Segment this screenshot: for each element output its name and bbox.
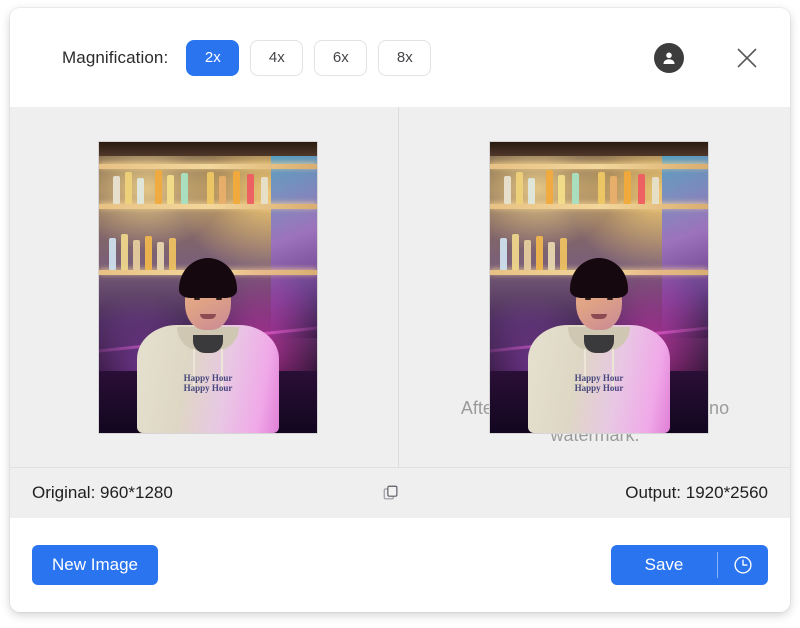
person-hoodie: Happy Hour Happy Hour (528, 324, 670, 433)
photo-ceiling (99, 141, 317, 156)
clock-history-icon[interactable] (718, 545, 768, 585)
save-button-group: Save (611, 545, 768, 585)
photo-bottle (167, 174, 174, 204)
save-button[interactable]: Save (611, 545, 717, 585)
photo-bottle (512, 233, 519, 270)
photo-bottle (572, 172, 579, 204)
photo-bottle (125, 171, 132, 204)
magnification-option-8x[interactable]: 8x (378, 39, 432, 76)
hoodie-graphic-text: Happy Hour Happy Hour (574, 372, 624, 393)
header-actions (654, 42, 762, 73)
person-mouth (591, 313, 607, 319)
photo-bottle (233, 170, 240, 204)
inner-shirt (584, 334, 614, 353)
copy-icon[interactable] (380, 482, 402, 504)
photo-bottle (155, 169, 162, 204)
photo-bottle (207, 171, 214, 204)
magnification-option-6x[interactable]: 6x (314, 39, 368, 76)
photo-bottle (219, 175, 226, 204)
close-icon[interactable] (732, 43, 762, 73)
photo-bottle (500, 237, 507, 270)
dialog-footer: New Image Save (10, 518, 790, 612)
photo-bottle (181, 172, 188, 204)
photo-bottle (598, 171, 605, 204)
magnification-label: Magnification: (62, 47, 169, 67)
photo-bottle (624, 170, 631, 204)
original-image[interactable]: Happy Hour Happy Hour (98, 140, 318, 434)
photo-bottle (504, 175, 511, 204)
photo-bottle (247, 173, 254, 204)
dialog-header: Magnification: 2x 4x 6x 8x (10, 8, 790, 107)
photo-shelf (490, 163, 708, 169)
magnification-option-2x[interactable]: 2x (186, 39, 240, 76)
person-hoodie: Happy Hour Happy Hour (137, 324, 279, 433)
person-hair (570, 257, 628, 298)
pane-divider (398, 107, 399, 467)
photo-bottle (638, 173, 645, 204)
original-size-label: Original: 960*1280 (32, 483, 173, 502)
magnification-options: 2x 4x 6x 8x (186, 39, 432, 76)
photo-shelf (99, 163, 317, 169)
upscaler-dialog: Magnification: 2x 4x 6x 8x Happy Hour Ha… (10, 8, 790, 612)
hoodie-graphic-text: Happy Hour Happy Hour (183, 372, 233, 393)
upscaled-image[interactable]: Happy Hour Happy Hour (489, 140, 709, 434)
preview-area: Happy Hour Happy Hour After download, th… (10, 107, 790, 467)
upscaled-preview-pane[interactable]: After download, the image has no waterma… (400, 107, 790, 467)
photo-shelf (490, 203, 708, 209)
photo-bottle (652, 176, 659, 204)
person-mouth (200, 313, 216, 319)
magnification-option-4x[interactable]: 4x (250, 39, 304, 76)
original-preview-pane[interactable]: Happy Hour Happy Hour (10, 107, 400, 467)
photo-bottle (261, 176, 268, 204)
photo-person: Happy Hour Happy Hour (133, 257, 283, 433)
photo-bottle (109, 237, 116, 270)
photo-shelf (99, 203, 317, 209)
photo-person: Happy Hour Happy Hour (524, 257, 674, 433)
photo-ceiling (490, 141, 708, 156)
photo-bottle (528, 177, 535, 204)
output-size-label: Output: 1920*2560 (625, 483, 768, 502)
photo-bottle (610, 175, 617, 204)
size-info-bar: Original: 960*1280 Output: 1920*2560 (10, 467, 790, 518)
app-root: Magnification: 2x 4x 6x 8x Happy Hour Ha… (0, 0, 800, 628)
user-avatar-icon[interactable] (654, 42, 684, 73)
photo-bottle (546, 169, 553, 204)
inner-shirt (193, 334, 223, 353)
photo-bottle (137, 177, 144, 204)
photo-bottle (516, 171, 523, 204)
new-image-button[interactable]: New Image (32, 545, 158, 585)
person-hair (179, 257, 237, 298)
photo-bottle (121, 233, 128, 270)
photo-bottle (558, 174, 565, 204)
photo-bottle (113, 175, 120, 204)
